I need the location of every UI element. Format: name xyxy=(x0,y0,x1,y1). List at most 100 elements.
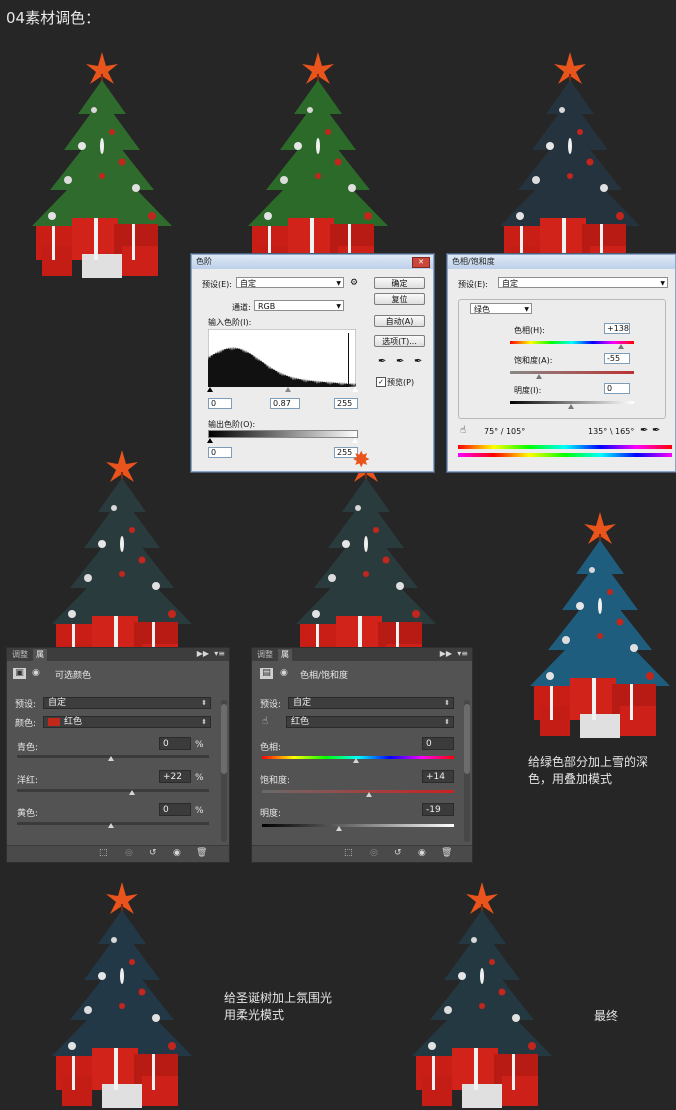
tree-hue-sat-red xyxy=(286,448,446,678)
white-output-slider[interactable] xyxy=(352,438,358,443)
tree-after-levels xyxy=(238,50,398,280)
tree-snow-overlay xyxy=(520,510,676,740)
hue-slider-thumb[interactable] xyxy=(353,758,359,763)
view-previous-icon[interactable]: ◎ xyxy=(370,848,378,858)
mask-icon[interactable]: ◉ xyxy=(280,668,288,678)
yellow-slider-thumb[interactable] xyxy=(108,823,114,828)
levels-title-bar[interactable]: 色阶 ✕ xyxy=(192,255,433,269)
visibility-eye-icon[interactable]: ◉ xyxy=(173,848,181,858)
gamma-slider[interactable] xyxy=(285,387,291,392)
clip-to-layer-icon[interactable]: ⬚ xyxy=(344,848,353,858)
black-input-slider[interactable] xyxy=(207,387,213,392)
hand-adjust-icon[interactable]: ☝ xyxy=(460,425,466,436)
saturation-slider-thumb[interactable] xyxy=(366,792,372,797)
tree-glow-softlight xyxy=(42,880,202,1110)
saturation-slider-track[interactable] xyxy=(262,790,454,793)
lightness-slider-thumb[interactable] xyxy=(336,826,342,831)
magenta-slider-track[interactable] xyxy=(17,789,209,792)
tree-final xyxy=(402,880,562,1110)
preset-select[interactable]: 自定 ⬍ xyxy=(288,697,454,709)
ok-button[interactable]: 确定 xyxy=(374,277,425,289)
preset-select[interactable]: 自定 ⬍ xyxy=(43,697,211,709)
panel-scrollbar[interactable] xyxy=(464,700,470,842)
preview-checkbox[interactable]: ✓ xyxy=(376,377,386,387)
input-gamma-field[interactable]: 0.87 xyxy=(270,398,300,409)
lightness-value[interactable]: -19 xyxy=(422,803,454,816)
eyedropper-icon[interactable]: ✒ xyxy=(640,425,648,436)
output-levels-label: 输出色阶(O): xyxy=(208,420,256,429)
black-output-slider[interactable] xyxy=(207,438,213,443)
white-input-slider[interactable] xyxy=(352,387,358,392)
hs-preset-select[interactable]: 自定 ▼ xyxy=(498,277,668,288)
hue-value[interactable]: 0 xyxy=(422,737,454,750)
hs-preset-label: 预设(E): xyxy=(458,280,488,289)
trash-icon[interactable]: 🗑 xyxy=(441,848,452,858)
hue-sat-title-bar[interactable]: 色相/饱和度 xyxy=(448,255,675,269)
hue-field[interactable]: +138 xyxy=(604,323,630,334)
saturation-slider-track[interactable] xyxy=(510,371,634,374)
hue-slider-track[interactable] xyxy=(510,341,634,344)
magenta-unit: % xyxy=(195,773,204,783)
gray-eyedropper-icon[interactable]: ✒ xyxy=(396,356,404,367)
colors-select[interactable]: 红色 ⬍ xyxy=(43,716,211,728)
panel-menu-icon[interactable]: ▾≡ xyxy=(457,649,468,658)
preset-gear-icon[interactable]: ⚙ xyxy=(350,278,358,288)
preset-select[interactable]: 自定 ▼ xyxy=(236,277,344,288)
tab-adjust[interactable]: 调整 xyxy=(9,649,31,661)
selective-color-panel: 调整 属 ▶▶ ▾≡ ▣ ◉ 可选颜色 预设: 自定 ⬍ 颜色: 红色 ⬍ 青色: … xyxy=(6,647,230,863)
saturation-slider-thumb[interactable] xyxy=(536,374,542,379)
chevron-down-icon: ▼ xyxy=(336,303,341,310)
black-eyedropper-icon[interactable]: ✒ xyxy=(378,356,386,367)
tree-original xyxy=(22,50,182,280)
scrollbar-thumb[interactable] xyxy=(464,704,470,774)
output-black-field[interactable]: 0 xyxy=(208,447,232,458)
hue-slider-thumb[interactable] xyxy=(618,344,624,349)
magenta-slider-thumb[interactable] xyxy=(129,790,135,795)
eyedropper-plus-icon[interactable]: ✒ xyxy=(652,425,660,436)
channel-select[interactable]: RGB ▼ xyxy=(254,300,344,311)
lightness-slider-track[interactable] xyxy=(262,824,454,827)
tab-properties[interactable]: 属 xyxy=(278,649,292,661)
levels-histogram xyxy=(208,329,356,387)
levels-dialog: 色阶 ✕ 预设(E): 自定 ▼ ⚙ 通道: RGB ▼ 输入色阶(I): 0 0.… xyxy=(191,254,434,472)
saturation-label: 饱和度(A): xyxy=(514,356,553,365)
saturation-field[interactable]: -55 xyxy=(604,353,630,364)
trash-icon[interactable]: 🗑 xyxy=(196,848,207,858)
view-previous-icon[interactable]: ◎ xyxy=(125,848,133,858)
tree-after-hue-sat xyxy=(490,50,650,280)
input-white-field[interactable]: 255 xyxy=(334,398,358,409)
chevron-updown-icon: ⬍ xyxy=(201,699,207,707)
cyan-unit: % xyxy=(195,740,204,750)
reset-icon[interactable]: ↺ xyxy=(394,848,402,858)
hs-range-select[interactable]: 绿色 ▼ xyxy=(470,303,532,314)
auto-button[interactable]: 自动(A) xyxy=(374,315,425,327)
clip-to-layer-icon[interactable]: ⬚ xyxy=(99,848,108,858)
hand-adjust-icon[interactable]: ☝ xyxy=(262,716,268,727)
channel-select[interactable]: 红色 ⬍ xyxy=(286,716,454,728)
saturation-value[interactable]: +14 xyxy=(422,770,454,783)
visibility-eye-icon[interactable]: ◉ xyxy=(418,848,426,858)
tab-properties[interactable]: 属 xyxy=(33,649,47,661)
magenta-value[interactable]: +22 xyxy=(159,770,191,783)
lightness-slider-thumb[interactable] xyxy=(568,404,574,409)
white-eyedropper-icon[interactable]: ✒ xyxy=(414,356,422,367)
section-title: 04素材调色： xyxy=(6,9,101,27)
cyan-slider-thumb[interactable] xyxy=(108,756,114,761)
panel-collapse-icon[interactable]: ▶▶ xyxy=(197,649,209,658)
panel-scrollbar[interactable] xyxy=(221,700,227,842)
cyan-value[interactable]: 0 xyxy=(159,737,191,750)
mask-icon[interactable]: ◉ xyxy=(32,668,40,678)
hue-sat-dialog: 色相/饱和度 预设(E): 自定 ▼ 绿色 ▼ 色相(H): +138 饱和度(A)… xyxy=(447,254,676,472)
reset-icon[interactable]: ↺ xyxy=(149,848,157,858)
close-button[interactable]: ✕ xyxy=(412,257,430,268)
panel-collapse-icon[interactable]: ▶▶ xyxy=(440,649,452,658)
yellow-value[interactable]: 0 xyxy=(159,803,191,816)
tab-adjust[interactable]: 调整 xyxy=(254,649,276,661)
scrollbar-thumb[interactable] xyxy=(221,704,227,774)
reset-button[interactable]: 复位 xyxy=(374,293,425,305)
selective-color-icon: ▣ xyxy=(13,668,26,679)
input-black-field[interactable]: 0 xyxy=(208,398,232,409)
lightness-field[interactable]: 0 xyxy=(604,383,630,394)
options-button[interactable]: 选项(T)... xyxy=(374,335,425,347)
panel-menu-icon[interactable]: ▾≡ xyxy=(214,649,225,658)
